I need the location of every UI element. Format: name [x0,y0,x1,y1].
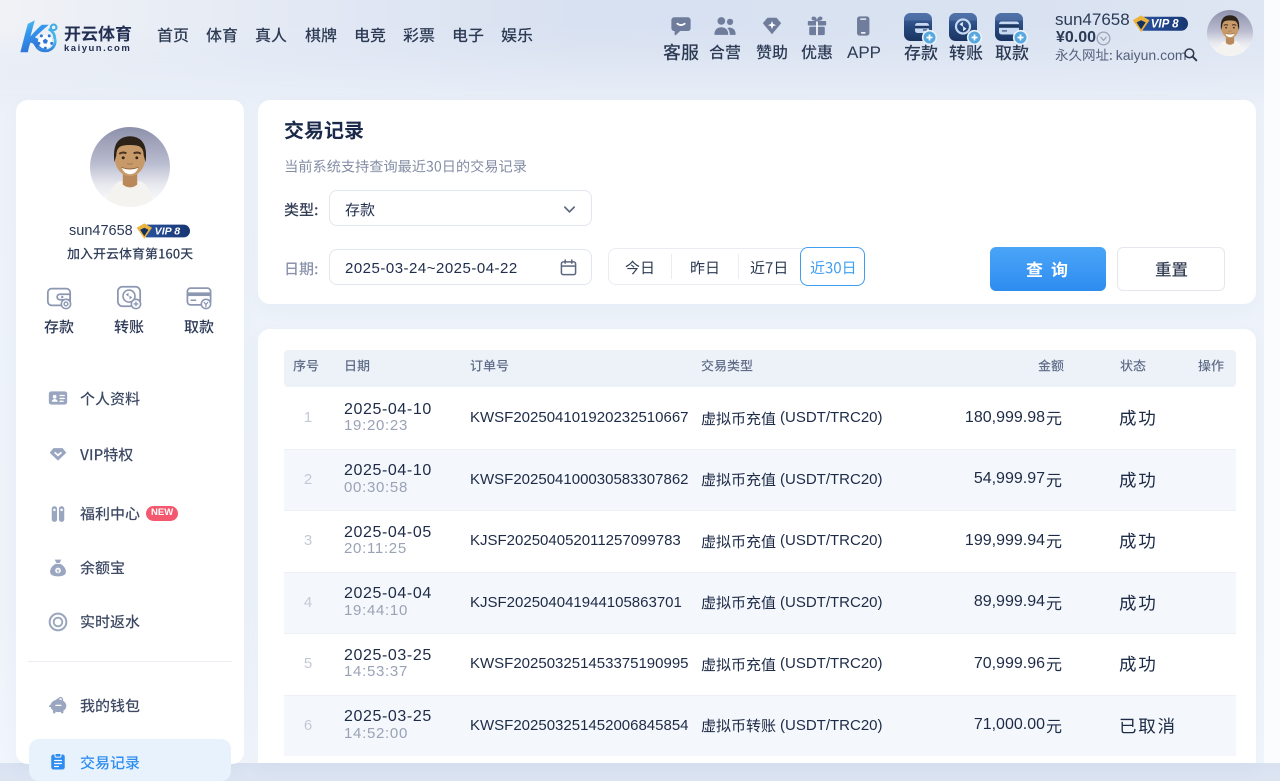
svg-text:VIP 8: VIP 8 [1151,18,1179,30]
svg-text:VIP 8: VIP 8 [155,226,181,238]
